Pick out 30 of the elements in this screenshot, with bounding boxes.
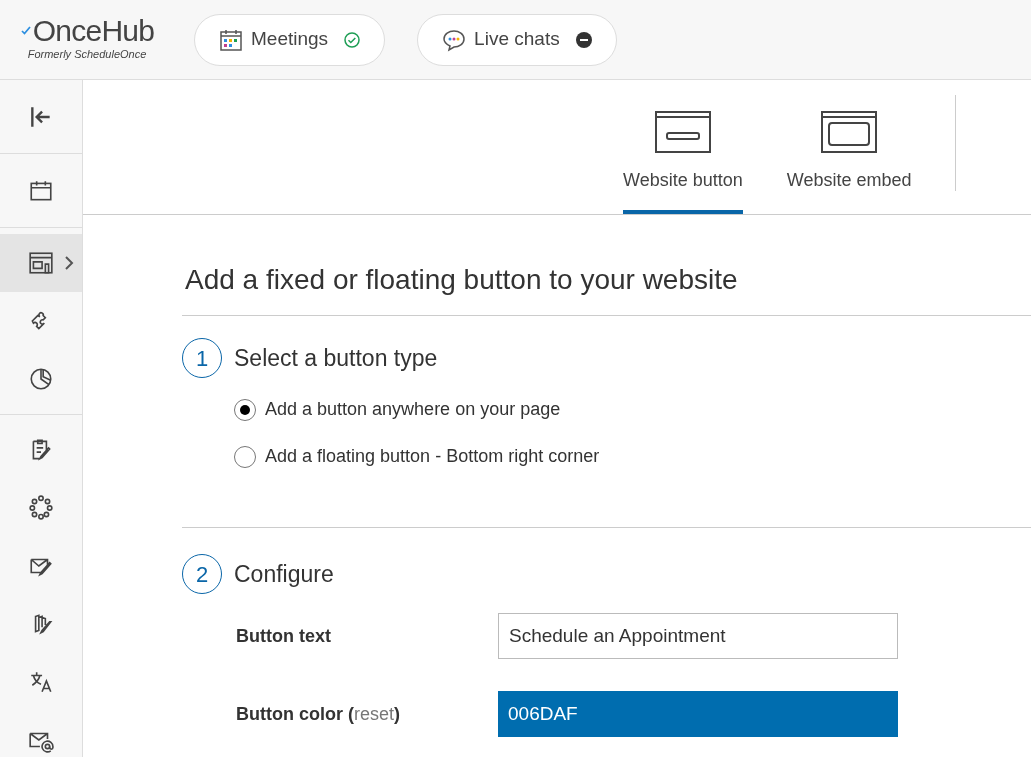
page-title: Add a fixed or floating button to your website <box>185 263 739 297</box>
product-switch-button[interactable]: Meetings <box>194 13 386 66</box>
tab[interactable]: Website embed <box>786 111 912 214</box>
paren-text: ) <box>394 702 400 726</box>
radio-label: Add a button anywhere on your page <box>265 398 561 421</box>
logo-tagline: Formerly ScheduleOnce <box>27 47 147 63</box>
input-field[interactable]: Schedule an Appointment <box>498 613 898 659</box>
step-title: Configure <box>234 559 334 589</box>
tab[interactable]: Website button <box>623 111 743 214</box>
radio-button[interactable] <box>234 445 256 468</box>
field-label: Button text <box>236 624 331 648</box>
field-label: Button color <box>236 702 343 726</box>
step-title: Select a button type <box>234 343 438 373</box>
sidebar-item[interactable] <box>0 234 82 292</box>
browser-button-icon <box>654 111 711 153</box>
radio-button[interactable] <box>234 398 256 421</box>
color-field[interactable]: 006DAF <box>498 691 898 737</box>
sidebar-icon <box>28 250 54 276</box>
chat-bubble-icon <box>442 27 467 52</box>
reset-link[interactable]: reset <box>354 700 394 728</box>
sidebar-icon <box>28 366 54 392</box>
sidebar-icon <box>28 495 54 521</box>
radio-label: Add a floating button - Bottom right corner <box>265 445 600 468</box>
sidebar-icon <box>28 669 54 695</box>
product-switch-button[interactable]: Live chats <box>417 13 617 66</box>
calendar-icon <box>219 27 243 52</box>
browser-embed-icon <box>821 111 878 153</box>
chevron-right-icon <box>64 255 74 271</box>
logo-text: OnceHub <box>32 16 155 47</box>
paren-text: ( <box>348 702 354 726</box>
